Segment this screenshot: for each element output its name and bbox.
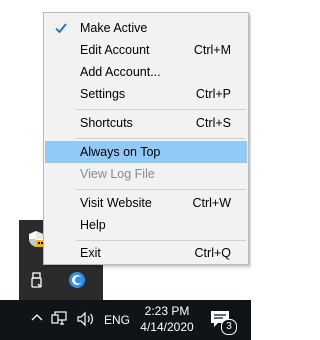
chevron-up-icon[interactable] xyxy=(31,312,43,324)
menu-item-exit[interactable]: Exit Ctrl+Q xyxy=(45,242,247,264)
notification-count-badge: 3 xyxy=(221,319,237,335)
menu-item-view-log-file: View Log File xyxy=(45,163,247,185)
menu-item-add-account[interactable]: Add Account... xyxy=(45,61,247,83)
menu-item-label: Add Account... xyxy=(80,65,161,79)
menu-item-make-active[interactable]: Make Active xyxy=(45,17,247,39)
network-icon[interactable] xyxy=(51,311,69,327)
volume-icon[interactable] xyxy=(76,311,96,327)
menu-item-label: Shortcuts xyxy=(80,116,133,130)
menu-separator xyxy=(76,138,246,139)
menu-item-always-on-top[interactable]: Always on Top xyxy=(45,141,247,163)
menu-separator xyxy=(76,109,246,110)
usb-device-icon[interactable] xyxy=(28,271,46,289)
menu-item-shortcut: Ctrl+S xyxy=(195,116,231,130)
menu-item-label: View Log File xyxy=(80,167,155,181)
menu-item-label: Exit xyxy=(80,246,101,260)
menu-item-label: Always on Top xyxy=(80,145,161,159)
menu-item-label: Visit Website xyxy=(80,196,152,210)
menu-item-help[interactable]: Help xyxy=(45,214,247,236)
menu-item-shortcut: Ctrl+W xyxy=(192,196,231,210)
language-indicator[interactable]: ENG xyxy=(104,313,130,327)
menu-item-label: Settings xyxy=(80,87,126,101)
clock-time: 2:23 PM xyxy=(144,304,190,318)
action-center-button[interactable]: 3 xyxy=(208,308,240,335)
checkmark-icon xyxy=(55,23,67,34)
menu-item-shortcut: Ctrl+M xyxy=(193,43,231,57)
menu-item-label: Help xyxy=(80,218,106,232)
taskbar-clock[interactable]: 2:23 PM 4/14/2020 xyxy=(132,303,202,335)
menu-item-label: Edit Account xyxy=(80,43,150,57)
menu-item-shortcuts[interactable]: Shortcuts Ctrl+S xyxy=(45,112,247,134)
menu-separator xyxy=(76,240,246,241)
menu-item-visit-website[interactable]: Visit Website Ctrl+W xyxy=(45,192,247,214)
menu-item-settings[interactable]: Settings Ctrl+P xyxy=(45,83,247,105)
clock-date: 4/14/2020 xyxy=(140,320,194,334)
app-tray-icon[interactable] xyxy=(68,271,86,289)
context-menu: Make Active Edit Account Ctrl+M Add Acco… xyxy=(43,12,249,265)
menu-item-label: Make Active xyxy=(80,21,148,35)
taskbar: ENG 2:23 PM 4/14/2020 3 xyxy=(0,300,251,340)
menu-separator xyxy=(76,189,246,190)
menu-item-edit-account[interactable]: Edit Account Ctrl+M xyxy=(45,39,247,61)
desktop: Make Active Edit Account Ctrl+M Add Acco… xyxy=(0,0,251,340)
menu-item-shortcut: Ctrl+Q xyxy=(194,246,231,260)
menu-item-shortcut: Ctrl+P xyxy=(195,87,231,101)
